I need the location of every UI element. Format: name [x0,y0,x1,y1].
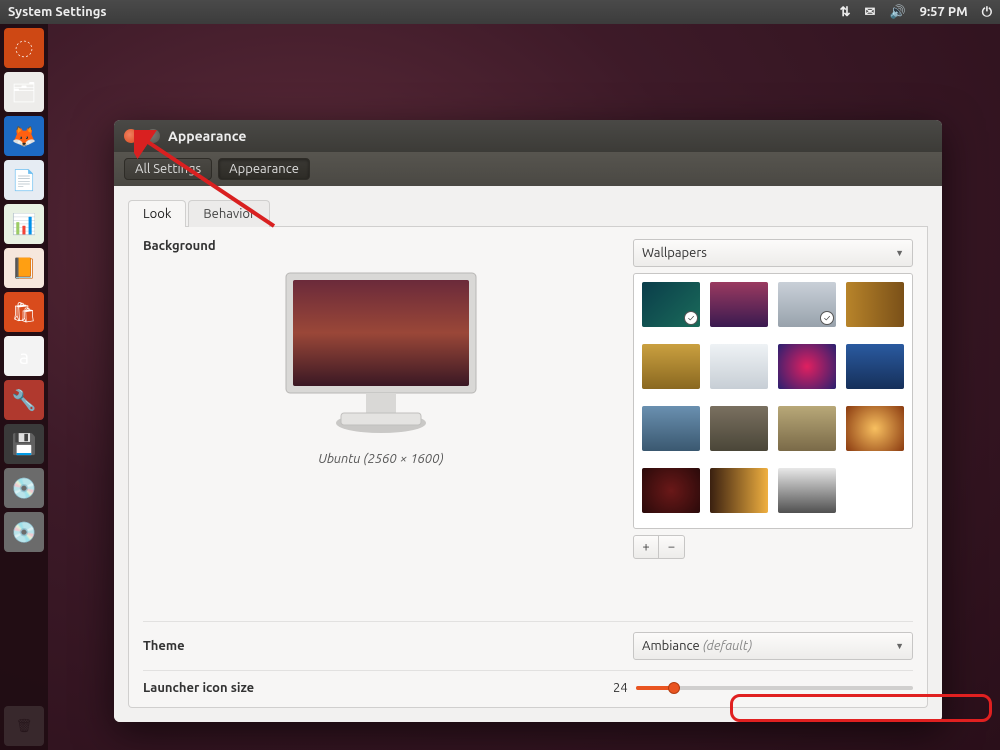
check-icon: ✓ [820,311,834,325]
amazon-icon[interactable]: a [4,336,44,376]
launcher-size-row: Launcher icon size 24 [143,670,913,695]
wall-2[interactable] [710,282,768,327]
window-title: Appearance [168,128,246,144]
wallpaper-preview [271,263,491,446]
theme-row: Theme Ambiance (default) ▼ [143,621,913,660]
appearance-window: Appearance All Settings Appearance Look … [114,120,942,722]
wallpaper-caption: Ubuntu (2560 × 1600) [318,452,443,466]
window-content: Look Behavior Background [114,186,942,722]
background-label: Background [143,239,283,253]
clock[interactable]: 9:57 PM [920,5,968,19]
window-titlebar[interactable]: Appearance [114,120,942,152]
theme-dropdown[interactable]: Ambiance (default) ▼ [633,632,913,660]
close-icon[interactable] [124,129,138,143]
launcher-size-label: Launcher icon size [143,681,254,695]
panel-app-title: System Settings [8,5,840,19]
tab-look[interactable]: Look [128,200,186,227]
remove-wallpaper-button[interactable]: − [659,535,685,559]
breadcrumb-appearance[interactable]: Appearance [218,158,310,180]
calc-icon[interactable]: 📊 [4,204,44,244]
settings-icon[interactable]: 🔧 [4,380,44,420]
launcher-size-value: 24 [613,681,628,695]
launcher-size-slider[interactable] [636,686,913,690]
software-center-icon[interactable]: 🛍 [4,292,44,332]
minimize-icon[interactable] [146,129,160,143]
theme-label: Theme [143,639,283,653]
wall-13[interactable] [642,468,700,513]
unity-launcher: ◌🗂🦊📄📊📙🛍a🔧💾💿💿 [0,24,48,750]
tab-bar: Look Behavior [128,200,928,227]
firefox-icon[interactable]: 🦊 [4,116,44,156]
writer-icon[interactable]: 📄 [4,160,44,200]
chevron-down-icon: ▼ [895,641,904,651]
wall-12[interactable] [846,406,904,451]
wall-1[interactable]: ✓ [642,282,700,327]
add-wallpaper-button[interactable]: + [633,535,659,559]
floppy-icon[interactable]: 💾 [4,424,44,464]
wall-7[interactable] [778,344,836,389]
impress-icon[interactable]: 📙 [4,248,44,288]
indicator-area: ⇅ ✉ 🔊 9:57 PM ⏻ [840,5,992,20]
power-icon[interactable]: ⏻ [982,5,992,20]
chevron-down-icon: ▼ [895,248,904,258]
network-icon[interactable]: ⇅ [840,5,851,20]
wallpaper-grid: ✓✓ [633,273,913,529]
disc2-icon[interactable]: 💿 [4,512,44,552]
disc1-icon[interactable]: 💿 [4,468,44,508]
top-panel: System Settings ⇅ ✉ 🔊 9:57 PM ⏻ [0,0,1000,24]
wall-5[interactable] [642,344,700,389]
background-row: Background [143,239,913,611]
files-icon[interactable]: 🗂 [4,72,44,112]
breadcrumb-all-settings[interactable]: All Settings [124,158,212,180]
wall-8[interactable] [846,344,904,389]
look-panel: Background [128,227,928,708]
volume-icon[interactable]: 🔊 [889,5,905,20]
wallpaper-source-dropdown[interactable]: Wallpapers ▼ [633,239,913,267]
slider-handle[interactable] [668,682,680,694]
check-icon: ✓ [684,311,698,325]
tab-behavior[interactable]: Behavior [188,200,270,227]
wall-4[interactable] [846,282,904,327]
wall-3[interactable]: ✓ [778,282,836,327]
wall-6[interactable] [710,344,768,389]
wall-10[interactable] [710,406,768,451]
mail-icon[interactable]: ✉ [865,5,876,20]
wall-9[interactable] [642,406,700,451]
breadcrumb: All Settings Appearance [114,152,942,186]
wall-11[interactable] [778,406,836,451]
wall-14[interactable] [710,468,768,513]
ubuntu-dash-icon[interactable]: ◌ [4,28,44,68]
wall-15[interactable] [778,468,836,513]
